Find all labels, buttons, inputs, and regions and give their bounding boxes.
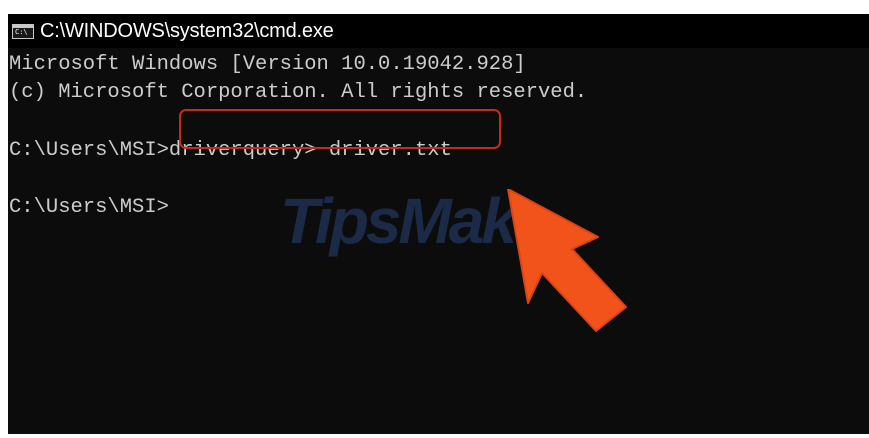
cmd-icon: C:\ <box>12 23 34 39</box>
console-prompt[interactable]: C:\Users\MSI> <box>9 194 169 222</box>
console-line-command: C:\Users\MSI>driverquery> driver.txt <box>9 139 452 162</box>
console-line-version: Microsoft Windows [Version 10.0.19042.92… <box>9 53 526 76</box>
cmd-icon-label: C:\ <box>15 27 28 36</box>
window-title: C:\WINDOWS\system32\cmd.exe <box>40 19 334 42</box>
cmd-window: C:\ C:\WINDOWS\system32\cmd.exe Microsof… <box>8 14 869 434</box>
title-bar[interactable]: C:\ C:\WINDOWS\system32\cmd.exe <box>8 14 869 48</box>
console-line-copyright: (c) Microsoft Corporation. All rights re… <box>9 81 588 104</box>
console-output[interactable]: Microsoft Windows [Version 10.0.19042.92… <box>8 48 869 434</box>
